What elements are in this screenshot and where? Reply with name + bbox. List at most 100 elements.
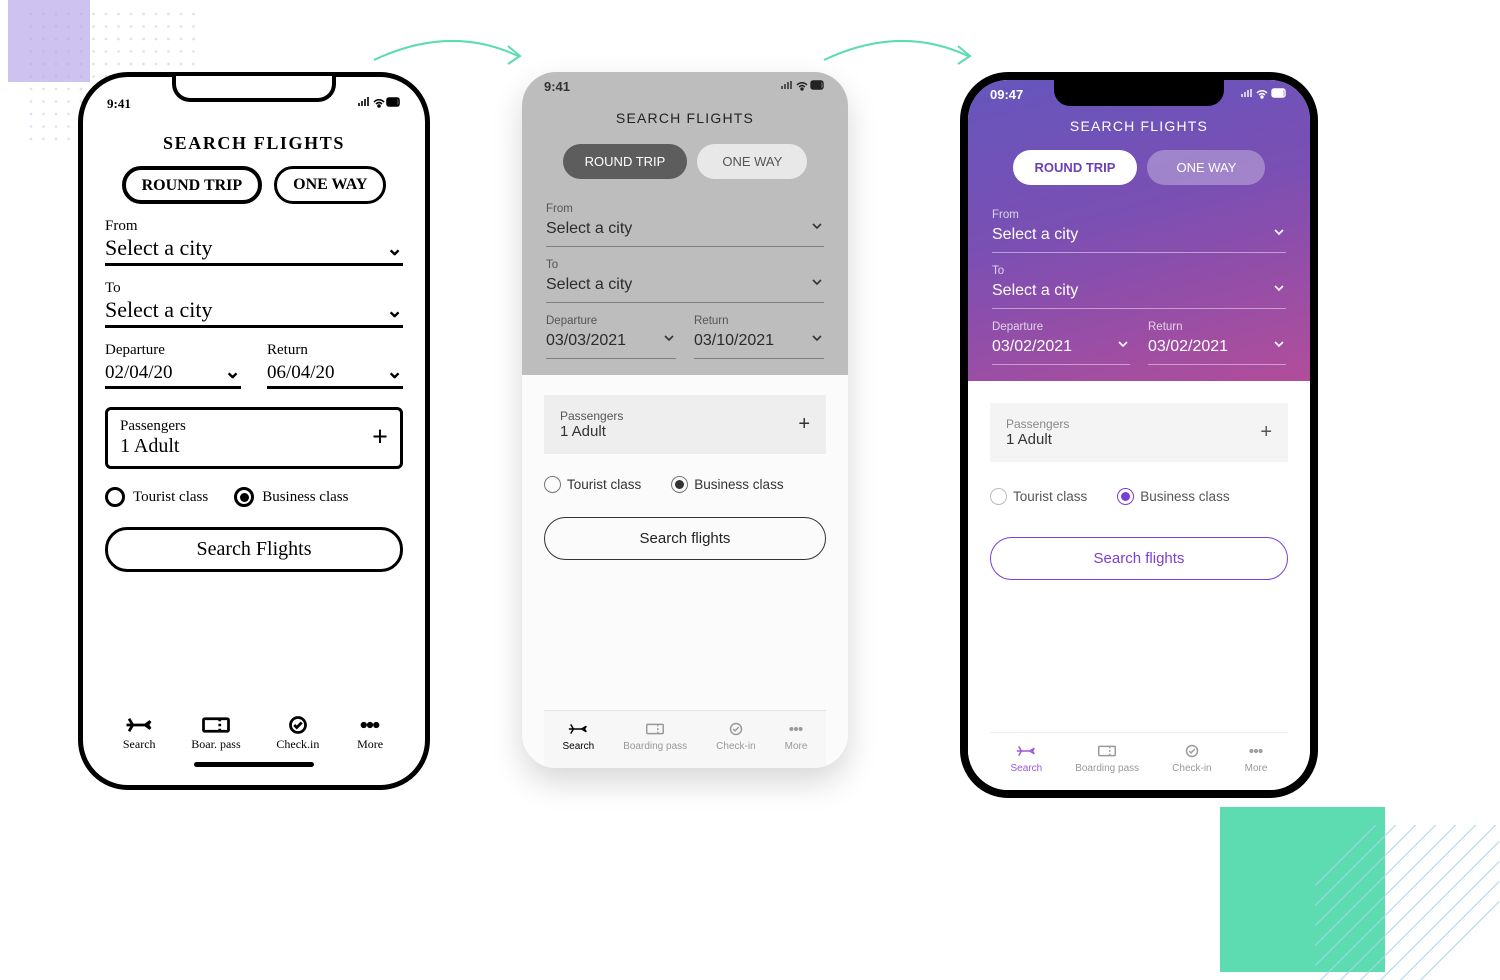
- ticket-icon: [644, 721, 666, 737]
- status-icons: [780, 79, 826, 94]
- trip-type-tabs: ROUND TRIP ONE WAY: [968, 150, 1310, 185]
- tab-round-trip[interactable]: ROUND TRIP: [122, 166, 263, 204]
- home-indicator: [194, 762, 314, 767]
- radio-tourist[interactable]: Tourist class: [990, 488, 1087, 505]
- status-time: 09:47: [990, 87, 1023, 102]
- return-field[interactable]: Return 03/02/2021: [1148, 321, 1286, 365]
- class-radios: Tourist class Business class: [990, 488, 1288, 505]
- passengers-card[interactable]: Passengers 1 Adult +: [990, 403, 1288, 462]
- radio-tourist[interactable]: Tourist class: [105, 487, 208, 507]
- radio-on-icon: [671, 476, 688, 493]
- tab-boarding-pass[interactable]: Boarding pass: [623, 721, 687, 752]
- from-value: Select a city: [105, 235, 213, 261]
- departure-label: Departure: [546, 315, 676, 327]
- class-radios: Tourist class Business class: [544, 476, 826, 493]
- page-title: SEARCH FLIGHTS: [105, 119, 403, 166]
- return-field[interactable]: Return 06/04/20⌄: [267, 342, 403, 389]
- bottom-tabbar: Search Boarding pass Check-in More: [990, 732, 1288, 790]
- tab-more[interactable]: More: [785, 721, 808, 752]
- bottom-tabbar: Search Boar. pass Check.in More: [105, 697, 403, 752]
- chevron-down-icon: [1272, 225, 1286, 244]
- page-title: SEARCH FLIGHTS: [522, 100, 848, 144]
- to-label: To: [546, 259, 824, 271]
- tab-search[interactable]: Search: [1011, 743, 1043, 774]
- chevron-down-icon: ⌄: [386, 359, 403, 384]
- plus-icon[interactable]: +: [372, 422, 388, 454]
- return-label: Return: [1148, 321, 1286, 333]
- tab-checkin[interactable]: Check.in: [276, 715, 319, 752]
- return-value: 03/10/2021: [694, 332, 774, 350]
- tab-boarding-pass[interactable]: Boar. pass: [191, 715, 240, 752]
- tab-more[interactable]: More: [1245, 743, 1268, 774]
- tab-one-way[interactable]: ONE WAY: [1147, 150, 1265, 185]
- phone-notch: [1054, 80, 1224, 106]
- departure-value: 02/04/20: [105, 362, 173, 384]
- tab-boarding-pass[interactable]: Boarding pass: [1075, 743, 1139, 774]
- radio-business[interactable]: Business class: [671, 476, 783, 493]
- passengers-card[interactable]: Passengers 1 Adult +: [105, 407, 403, 469]
- ticket-icon: [1096, 743, 1118, 759]
- from-label: From: [105, 218, 403, 235]
- check-circle-icon: [1181, 743, 1203, 759]
- tab-checkin[interactable]: Check-in: [1172, 743, 1211, 774]
- to-label: To: [105, 280, 403, 297]
- radio-business[interactable]: Business class: [1117, 488, 1229, 505]
- chevron-down-icon: [662, 331, 676, 350]
- check-circle-icon: [725, 721, 747, 737]
- to-field[interactable]: To Select a city: [546, 259, 824, 303]
- progress-arrow-2: [820, 30, 980, 83]
- departure-field[interactable]: Departure 03/02/2021: [992, 321, 1130, 365]
- search-flights-button[interactable]: Search flights: [544, 517, 826, 560]
- to-field[interactable]: To Select a city⌄: [105, 280, 403, 328]
- stage-hifi: 09:47 SEARCH FLIGHTS ROUND TRIP ONE WAY …: [960, 72, 1318, 798]
- search-flights-button[interactable]: Search flights: [990, 537, 1288, 580]
- chevron-down-icon: [810, 331, 824, 350]
- return-field[interactable]: Return 03/10/2021: [694, 315, 824, 359]
- dots-icon: [785, 721, 807, 737]
- departure-value: 03/02/2021: [992, 338, 1072, 356]
- return-value: 03/02/2021: [1148, 338, 1228, 356]
- tab-search[interactable]: Search: [123, 715, 156, 752]
- tab-more[interactable]: More: [355, 715, 385, 752]
- departure-field[interactable]: Departure 02/04/20⌄: [105, 342, 241, 389]
- status-icons: [357, 96, 401, 112]
- passengers-card[interactable]: Passengers 1 Adult +: [544, 395, 826, 454]
- from-field[interactable]: From Select a city: [992, 209, 1286, 253]
- plus-icon[interactable]: +: [798, 413, 810, 436]
- passengers-label: Passengers: [120, 418, 186, 435]
- tab-round-trip[interactable]: ROUND TRIP: [1013, 150, 1138, 185]
- tab-checkin[interactable]: Check-in: [716, 721, 755, 752]
- trip-type-tabs: ROUND TRIP ONE WAY: [105, 166, 403, 204]
- tab-search[interactable]: Search: [563, 721, 595, 752]
- from-label: From: [546, 203, 824, 215]
- to-value: Select a city: [992, 282, 1078, 300]
- radio-business[interactable]: Business class: [234, 487, 348, 507]
- tab-one-way[interactable]: ONE WAY: [697, 144, 807, 179]
- radio-tourist[interactable]: Tourist class: [544, 476, 641, 493]
- passengers-value: 1 Adult: [560, 423, 623, 440]
- passengers-value: 1 Adult: [120, 435, 186, 458]
- page-title: SEARCH FLIGHTS: [968, 108, 1310, 150]
- tab-round-trip[interactable]: ROUND TRIP: [563, 144, 688, 179]
- to-value: Select a city: [105, 297, 213, 323]
- departure-field[interactable]: Departure 03/03/2021: [546, 315, 676, 359]
- decor-diagonal-lines: [1315, 825, 1500, 980]
- dots-icon: [1245, 743, 1267, 759]
- plus-icon[interactable]: +: [1260, 421, 1272, 444]
- tab-one-way[interactable]: ONE WAY: [274, 166, 386, 204]
- to-field[interactable]: To Select a city: [992, 265, 1286, 309]
- search-flights-button[interactable]: Search Flights: [105, 527, 403, 572]
- to-label: To: [992, 265, 1286, 277]
- passengers-label: Passengers: [560, 409, 623, 423]
- from-field[interactable]: From Select a city⌄: [105, 218, 403, 266]
- return-value: 06/04/20: [267, 362, 335, 384]
- chevron-down-icon: ⌄: [224, 359, 241, 384]
- status-time: 9:41: [107, 96, 131, 112]
- from-field[interactable]: From Select a city: [546, 203, 824, 247]
- passengers-value: 1 Adult: [1006, 431, 1069, 448]
- stage-wireframe: 9:41 SEARCH FLIGHTS ROUND TRIP ONE WAY F…: [522, 72, 848, 768]
- check-circle-icon: [283, 715, 313, 735]
- plane-icon: [1015, 743, 1037, 759]
- bottom-tabbar: Search Boarding pass Check-in More: [544, 710, 826, 768]
- chevron-down-icon: [1272, 281, 1286, 300]
